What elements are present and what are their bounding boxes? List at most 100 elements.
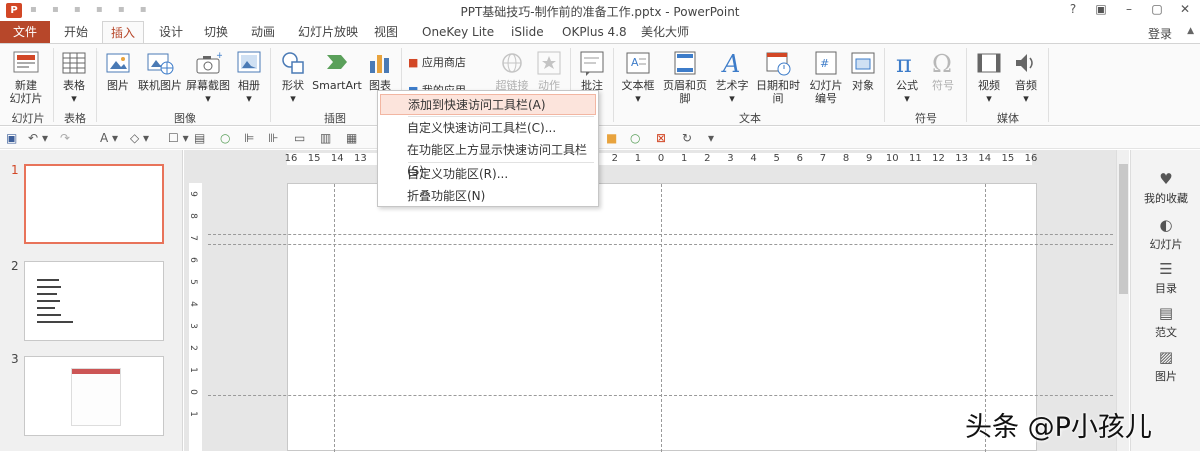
tab-view[interactable]: 视图 xyxy=(366,21,406,43)
qa-red-box-icon[interactable]: ⊠ xyxy=(656,131,666,145)
text-format-icon[interactable]: A ▾ xyxy=(100,131,118,145)
tab-transitions[interactable]: 切换 xyxy=(196,21,236,43)
redo-icon[interactable]: ↷ xyxy=(60,131,70,145)
menu-customize-ribbon[interactable]: 自定义功能区(R)... xyxy=(380,164,596,185)
chart-button[interactable]: 图表 xyxy=(364,49,396,92)
chevron-down-icon[interactable]: ▾ xyxy=(42,131,48,145)
app-store-button[interactable]: ■ 应用商店 xyxy=(408,56,478,69)
group-separator xyxy=(53,48,54,122)
video-button[interactable]: 视频 ▾ xyxy=(972,49,1006,105)
smartart-button[interactable]: SmartArt xyxy=(312,49,362,92)
wordart-label: 艺术字 xyxy=(715,79,749,92)
ruler-tick: 4 xyxy=(750,153,757,164)
menu-customize-quick-access[interactable]: 自定义快速访问工具栏(C)... xyxy=(380,118,596,139)
datetime-button[interactable]: 日期和时间 xyxy=(751,49,805,105)
screenshot-button[interactable]: + 屏幕截图 ▾ xyxy=(184,49,232,105)
qa-distribute-icon[interactable]: ⊪ xyxy=(268,131,278,145)
shapes-button[interactable]: 形状 ▾ xyxy=(276,49,310,105)
picture-button[interactable]: 图片 xyxy=(101,49,135,92)
audio-button[interactable]: 音频 ▾ xyxy=(1009,49,1043,105)
table-button[interactable]: 表格 ▾ xyxy=(58,49,90,105)
group-label-illustrations: 插图 xyxy=(324,112,346,125)
qa-green-circle-icon[interactable]: ○ xyxy=(630,131,640,145)
ruler-tick: 14 xyxy=(330,153,344,164)
slide-thumbnail-1[interactable] xyxy=(24,164,164,244)
tab-insert[interactable]: 插入 xyxy=(102,21,145,44)
tab-home[interactable]: 开始 xyxy=(56,21,96,43)
slide-thumbnail-3[interactable] xyxy=(24,356,164,436)
chevron-down-icon: ▾ xyxy=(246,92,252,105)
guide-line[interactable] xyxy=(208,244,1113,245)
textbox-button[interactable]: A 文本框 ▾ xyxy=(619,49,657,105)
svg-text:+: + xyxy=(216,51,222,61)
album-button[interactable]: 相册 ▾ xyxy=(233,49,265,105)
save-icon[interactable]: ▣ xyxy=(6,131,17,145)
side-images[interactable]: ▨ 图片 xyxy=(1131,348,1200,384)
qa-arrange-icon[interactable]: ▭ xyxy=(294,131,305,145)
qa-circle-icon[interactable]: ○ xyxy=(220,131,230,145)
symbol-label: 符号 xyxy=(932,79,954,92)
ruler-tick: 5 xyxy=(773,153,780,164)
menu-separator xyxy=(408,116,594,117)
side-templates[interactable]: ▤ 范文 xyxy=(1131,304,1200,340)
tab-okplus[interactable]: OKPlus 4.8 xyxy=(554,21,635,43)
ruler-tick: 1 xyxy=(187,367,198,373)
side-favorites[interactable]: ♥ 我的收藏 xyxy=(1131,170,1200,206)
scroll-up-icon[interactable]: ▲ xyxy=(1187,26,1194,36)
object-button[interactable]: 对象 xyxy=(848,49,878,92)
tab-islide[interactable]: iSlide xyxy=(503,21,552,43)
header-footer-button[interactable]: 页眉和页脚 xyxy=(658,49,712,105)
minimize-icon[interactable]: – xyxy=(1122,2,1136,16)
equation-button[interactable]: π 公式 ▾ xyxy=(890,49,924,105)
wordart-button[interactable]: A 艺术字 ▾ xyxy=(714,49,750,105)
svg-text:#: # xyxy=(820,57,829,70)
online-picture-button[interactable]: 联机图片 xyxy=(136,49,184,92)
menu-show-quick-access-above[interactable]: 在功能区上方显示快速访问工具栏(S) xyxy=(380,140,596,178)
symbol-button[interactable]: Ω 符号 xyxy=(926,49,960,92)
menu-add-to-quick-access[interactable]: 添加到快速访问工具栏(A) xyxy=(380,94,596,115)
guide-line[interactable] xyxy=(208,395,1113,396)
close-icon[interactable]: ✕ xyxy=(1178,2,1192,16)
slide-number-icon: # xyxy=(815,51,837,75)
qa-textbox-icon[interactable]: ▤ xyxy=(194,131,205,145)
shape-fill-icon[interactable]: ◇ ▾ xyxy=(130,131,149,145)
guide-line[interactable] xyxy=(208,234,1113,235)
tab-slideshow[interactable]: 幻灯片放映 xyxy=(290,21,366,43)
new-slide-label: 新建 幻灯片 xyxy=(9,79,43,105)
action-button[interactable]: 动作 xyxy=(533,49,565,92)
tab-animations[interactable]: 动画 xyxy=(243,21,283,43)
object-icon xyxy=(851,52,875,74)
qa-layer-icon[interactable]: ▥ xyxy=(320,131,331,145)
table-icon xyxy=(62,52,86,74)
chevron-down-icon: ▾ xyxy=(986,92,992,105)
tab-onekey[interactable]: OneKey Lite xyxy=(414,21,502,43)
login-link[interactable]: 登录 xyxy=(1148,25,1172,42)
qa-rotate-icon[interactable]: ↻ xyxy=(682,131,692,145)
menu-collapse-ribbon[interactable]: 折叠功能区(N) xyxy=(380,186,596,207)
undo-icon[interactable]: ↶ xyxy=(28,131,38,145)
qa-tool-icon[interactable]: ☐ ▾ xyxy=(168,131,189,145)
screenshot-label: 屏幕截图 xyxy=(186,79,230,92)
tab-file[interactable]: 文件 xyxy=(0,21,50,43)
scrollbar-thumb[interactable] xyxy=(1119,164,1128,294)
hyperlink-button[interactable]: 超链接 xyxy=(492,49,532,92)
guide-line[interactable] xyxy=(334,184,335,452)
side-toc[interactable]: ☰ 目录 xyxy=(1131,260,1200,296)
maximize-icon[interactable]: ▢ xyxy=(1150,2,1164,16)
tab-meihua[interactable]: 美化大师 xyxy=(633,21,697,43)
slide-canvas[interactable] xyxy=(208,183,1113,452)
qa-color-icon[interactable]: ■ xyxy=(606,131,617,145)
speaker-icon xyxy=(1016,54,1033,72)
side-slides[interactable]: ◐ 幻灯片 xyxy=(1131,216,1200,252)
slide-thumbnail-2[interactable] xyxy=(24,261,164,341)
help-icon[interactable]: ? xyxy=(1066,2,1080,16)
ribbon-display-icon[interactable]: ▣ xyxy=(1094,2,1108,16)
guide-line[interactable] xyxy=(661,184,662,452)
new-slide-button[interactable]: 新建 幻灯片 xyxy=(4,49,48,105)
qa-customize-icon[interactable]: ▾ xyxy=(708,131,714,145)
comment-button[interactable]: 批注 xyxy=(576,49,608,92)
qa-align-icon[interactable]: ⊫ xyxy=(244,131,254,145)
qa-bars-icon[interactable]: ▦ xyxy=(346,131,357,145)
slide-number-button[interactable]: # 幻灯片 编号 xyxy=(806,49,846,105)
tab-design[interactable]: 设计 xyxy=(151,21,191,43)
